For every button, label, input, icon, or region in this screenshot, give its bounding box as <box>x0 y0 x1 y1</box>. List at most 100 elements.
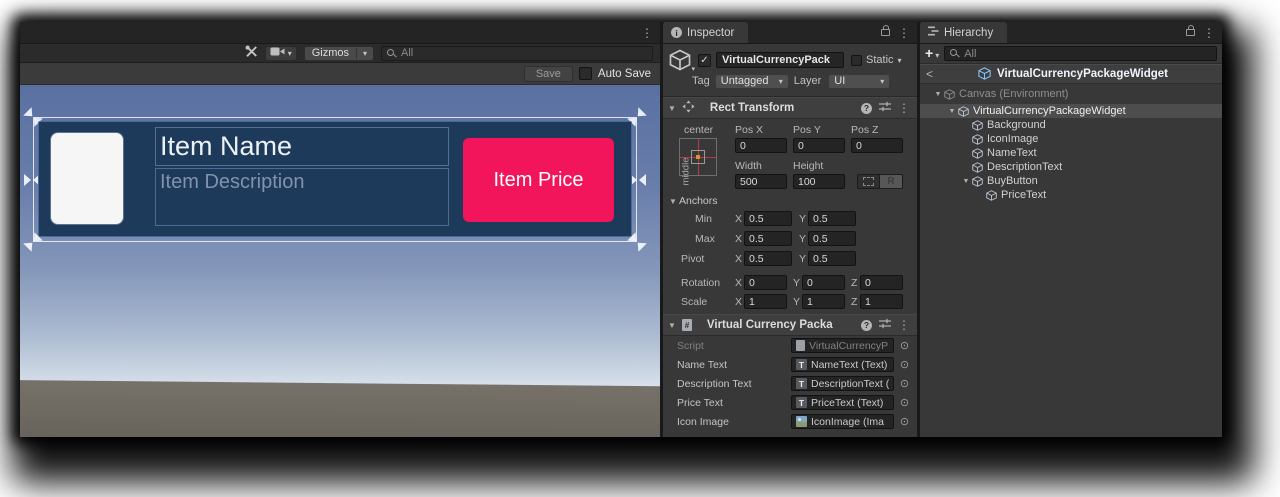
object-picker-icon[interactable]: ⊙ <box>898 396 911 409</box>
widget-buy-button[interactable]: Item Price <box>463 138 614 222</box>
anchor-preset-widget[interactable]: middle <box>679 138 717 176</box>
blueprint-mode-button[interactable] <box>857 174 880 189</box>
rotation-x-field[interactable]: 0 <box>744 275 787 290</box>
tab-inspector[interactable]: i Inspector <box>663 22 748 43</box>
rect-transform-header[interactable]: ▼ Rect Transform ? ⋮ <box>663 97 917 119</box>
widget-description-text-rect[interactable]: Item Description <box>155 168 449 226</box>
anchor-max-y-field[interactable]: 0.5 <box>808 231 856 246</box>
anchor-preset-h-label: center <box>684 124 713 136</box>
static-label: Static <box>866 54 894 66</box>
property-row-price-text: Price Text T PriceText (Text) ⊙ <box>663 393 917 412</box>
pos-x-label: Pos X <box>735 124 763 136</box>
hierarchy-item-iconimage[interactable]: IconImage <box>920 132 1222 146</box>
presets-icon[interactable] <box>879 101 891 115</box>
widget-icon-image[interactable] <box>51 133 123 224</box>
anchor-handle[interactable] <box>630 174 646 186</box>
tag-dropdown[interactable]: Untagged ▾ <box>715 74 789 89</box>
gameobject-icon <box>986 190 997 201</box>
foldout-icon[interactable]: ▼ <box>946 108 958 115</box>
rotation-z-field[interactable]: 0 <box>860 275 903 290</box>
static-dropdown-icon[interactable]: ▾ <box>898 56 902 65</box>
max-label: Max <box>695 233 715 245</box>
foldout-icon[interactable]: ▼ <box>960 178 972 185</box>
anchors-foldout-label[interactable]: Anchors <box>679 195 718 207</box>
object-picker-icon[interactable]: ⊙ <box>898 358 911 371</box>
tab-hierarchy[interactable]: Hierarchy <box>920 22 1007 43</box>
object-field[interactable]: T DescriptionText ( <box>791 376 894 391</box>
layer-dropdown[interactable]: UI ▾ <box>828 74 890 89</box>
pos-z-field[interactable]: 0 <box>851 138 903 153</box>
prefab-breadcrumb-bar: < VirtualCurrencyPackageWidget <box>920 64 1222 84</box>
script-component-header[interactable]: ▼ # Virtual Currency Packa ? ⋮ <box>663 314 917 336</box>
x-axis-label: X <box>735 233 742 245</box>
gameobject-name-field[interactable]: VirtualCurrencyPack <box>716 52 844 68</box>
hierarchy-search-input[interactable]: All <box>944 46 1217 61</box>
anchor-max-x-field[interactable]: 0.5 <box>744 231 792 246</box>
component-menu-icon[interactable]: ⋮ <box>898 101 910 115</box>
help-icon[interactable]: ? <box>861 320 872 331</box>
hierarchy-item-descriptiontext[interactable]: DescriptionText <box>920 160 1222 174</box>
tools-icon[interactable] <box>245 45 258 61</box>
static-checkbox[interactable] <box>851 55 862 66</box>
hierarchy-item-background[interactable]: Background <box>920 118 1222 132</box>
object-field[interactable]: IconImage (Ima <box>791 414 894 429</box>
width-field[interactable]: 500 <box>735 174 787 189</box>
widget-name-text-rect[interactable]: Item Name <box>155 127 449 166</box>
foldout-icon[interactable]: ▼ <box>932 91 944 98</box>
foldout-icon[interactable]: ▼ <box>668 321 676 330</box>
anchor-min-y-field[interactable]: 0.5 <box>808 211 856 226</box>
pos-z-label: Pos Z <box>851 124 878 136</box>
auto-save-checkbox[interactable] <box>579 67 592 80</box>
pos-y-field[interactable]: 0 <box>793 138 845 153</box>
scene-viewport[interactable]: Item Name Item Description Item Price <box>20 85 660 437</box>
object-picker-icon[interactable]: ⊙ <box>898 339 911 352</box>
scale-y-field[interactable]: 1 <box>802 294 845 309</box>
presets-icon[interactable] <box>879 318 891 332</box>
gizmos-dropdown[interactable]: Gizmos ▾ <box>304 46 374 61</box>
scene-search-input[interactable]: All <box>381 46 653 61</box>
widget-background[interactable]: Item Name Item Description Item Price <box>38 121 632 237</box>
scene-pane-menu-icon[interactable]: ⋮ <box>641 26 653 40</box>
y-axis-label: Y <box>793 277 800 289</box>
help-icon[interactable]: ? <box>861 103 872 114</box>
scale-x-field[interactable]: 1 <box>744 294 787 309</box>
save-button[interactable]: Save <box>524 66 573 82</box>
raw-edit-mode-button[interactable]: R <box>880 174 903 189</box>
foldout-icon[interactable]: ▼ <box>669 197 677 206</box>
object-field-value: VirtualCurrencyP <box>809 340 888 352</box>
object-field[interactable]: T PriceText (Text) <box>791 395 894 410</box>
rotation-y-field[interactable]: 0 <box>802 275 845 290</box>
object-field[interactable]: T NameText (Text) <box>791 357 894 372</box>
anchor-min-x-field[interactable]: 0.5 <box>744 211 792 226</box>
lock-icon[interactable] <box>1186 29 1195 36</box>
gameobject-icon[interactable]: ▾ <box>669 49 693 71</box>
auto-save-label: Auto Save <box>598 68 651 80</box>
hierarchy-item-virtualcurrencypackagewidget[interactable]: ▼ VirtualCurrencyPackageWidget <box>920 104 1222 118</box>
pivot-y-field[interactable]: 0.5 <box>808 251 856 266</box>
breadcrumb[interactable]: VirtualCurrencyPackageWidget <box>997 68 1168 80</box>
pivot-x-field[interactable]: 0.5 <box>744 251 792 266</box>
text-icon: T <box>796 378 807 389</box>
create-object-button[interactable]: + ▾ <box>925 47 939 60</box>
pos-x-field[interactable]: 0 <box>735 138 787 153</box>
inspector-pane-menu-icon[interactable]: ⋮ <box>898 26 910 40</box>
lock-icon[interactable] <box>881 29 890 36</box>
component-menu-icon[interactable]: ⋮ <box>898 318 910 332</box>
foldout-icon[interactable]: ▼ <box>668 104 676 113</box>
widget-price-text: Item Price <box>493 169 583 192</box>
property-label: Icon Image <box>677 416 787 428</box>
camera-settings-button[interactable]: ▾ <box>265 46 297 61</box>
hierarchy-item-canvas[interactable]: ▼ Canvas (Environment) <box>920 87 1222 101</box>
hierarchy-item-buybutton[interactable]: ▼ BuyButton <box>920 174 1222 188</box>
hierarchy-item-pricetext[interactable]: PriceText <box>920 188 1222 202</box>
scale-z-field[interactable]: 1 <box>860 294 903 309</box>
hierarchy-item-nametext[interactable]: NameText <box>920 146 1222 160</box>
height-field[interactable]: 100 <box>793 174 845 189</box>
z-axis-label: Z <box>851 277 857 289</box>
back-icon[interactable]: < <box>926 67 938 81</box>
object-picker-icon[interactable]: ⊙ <box>898 377 911 390</box>
active-checkbox[interactable]: ✓ <box>698 54 711 67</box>
object-picker-icon[interactable]: ⊙ <box>898 415 911 428</box>
object-field[interactable]: VirtualCurrencyP <box>791 338 894 353</box>
hierarchy-pane-menu-icon[interactable]: ⋮ <box>1203 26 1215 40</box>
